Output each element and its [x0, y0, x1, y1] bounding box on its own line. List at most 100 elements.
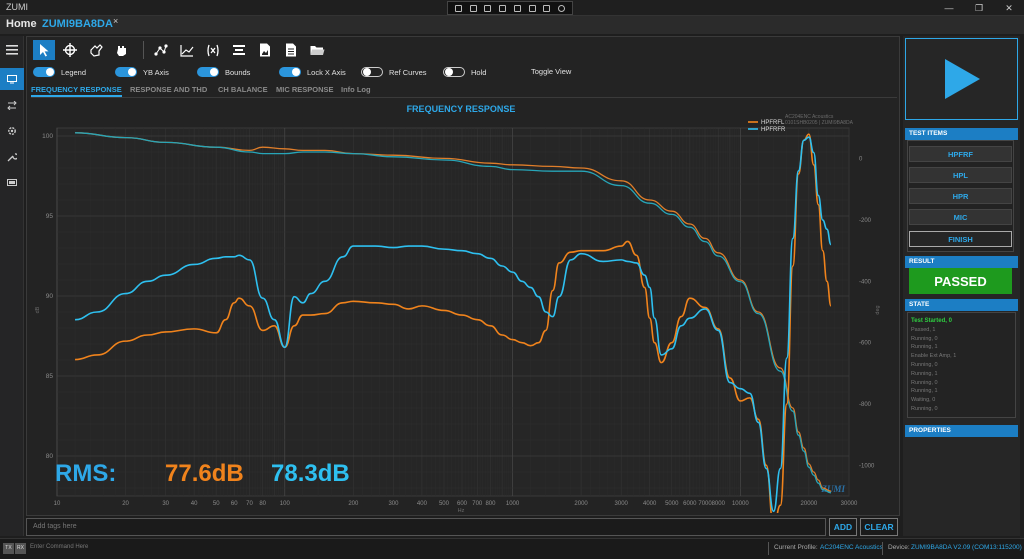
x-tick-label: 6000 [683, 501, 697, 507]
y-tick-label: 85 [46, 373, 54, 380]
open-folder-icon[interactable] [306, 40, 328, 60]
tags-input[interactable]: Add tags here [26, 518, 826, 536]
scatter-icon[interactable] [150, 40, 172, 60]
toggle-view-button[interactable]: Toggle View [531, 67, 571, 76]
x-tick-label: 60 [231, 501, 238, 507]
restore-icon[interactable]: ❐ [964, 0, 994, 16]
test-item-hpl[interactable]: HPL [909, 167, 1012, 183]
chart-toolbar [33, 39, 332, 61]
command-input[interactable]: Enter Command Here [30, 544, 88, 550]
add-button[interactable]: ADD [829, 518, 857, 536]
subtab-response-thd[interactable]: RESPONSE AND THD [130, 85, 207, 94]
tab-device[interactable]: ZUMI9BA8DA [42, 18, 113, 30]
wrench-icon[interactable] [0, 146, 24, 168]
run-test-button[interactable] [905, 38, 1018, 120]
y2-tick-label: 0 [859, 157, 863, 163]
status-separator [882, 542, 883, 555]
pin-icon[interactable] [528, 4, 536, 12]
y-axis-label: dB [35, 306, 41, 313]
x-tick-label: 80 [259, 501, 266, 507]
check-icon[interactable] [558, 4, 566, 12]
x-tick-label: 400 [417, 501, 428, 507]
pan-hand-icon[interactable] [85, 40, 107, 60]
region-icon[interactable] [499, 4, 507, 12]
record-icon[interactable] [469, 4, 477, 12]
frequency-response-chart[interactable]: 10 20 30 40 50 60 70 80 100 200 300 400 500 600 700 800… [31, 100, 897, 513]
display-icon[interactable] [0, 172, 24, 194]
monitor-icon[interactable] [0, 68, 24, 90]
crosshair-icon[interactable] [59, 40, 81, 60]
state-line: Running, 1 [911, 388, 938, 395]
sticker-icon[interactable] [513, 4, 521, 12]
x-tick-label: 30 [162, 501, 169, 507]
ref-curves-toggle[interactable]: Ref Curves [361, 67, 427, 77]
bounds-switch[interactable] [197, 67, 219, 77]
subtab-ch-balance[interactable]: CH BALANCE [218, 85, 268, 94]
finish-button[interactable]: FINISH [909, 231, 1012, 247]
bounds-toggle[interactable]: Bounds [197, 67, 250, 77]
state-line: Running, 0 [911, 335, 938, 342]
hold-toggle[interactable]: Hold [443, 67, 486, 77]
result-badge: PASSED [909, 268, 1012, 294]
yb-axis-switch[interactable] [115, 67, 137, 77]
y2-tick-label: -1000 [859, 463, 875, 469]
y-tick-label: 90 [46, 293, 54, 300]
rms-value-left: 77.6dB [165, 460, 244, 487]
subtab-mic-response[interactable]: MIC RESPONSE [276, 85, 334, 94]
yb-axis-toggle[interactable]: YB Axis [115, 67, 169, 77]
tab-home[interactable]: Home [6, 18, 37, 30]
x-tick-label: 20 [122, 501, 129, 507]
settings-icon[interactable] [543, 4, 551, 12]
lock-x-axis-switch[interactable] [279, 67, 301, 77]
y2-tick-label: -800 [859, 402, 872, 408]
y2-axis-label: deg [875, 305, 881, 314]
window-icon[interactable] [484, 4, 492, 12]
test-panel: TEST ITEMS HPFRF HPL HPR MIC FINISH RESU… [903, 36, 1020, 536]
x-tick-label: 300 [388, 501, 399, 507]
state-line: Waiting, 0 [911, 397, 936, 404]
document-icon[interactable] [280, 40, 302, 60]
legend-toggle[interactable]: Legend [33, 67, 86, 77]
x-tick-label: 10 [54, 501, 61, 507]
test-item-hpfrf[interactable]: HPFRF [909, 146, 1012, 162]
close-window-icon[interactable]: ✕ [994, 0, 1024, 16]
main-panel: Legend YB Axis Bounds Lock X Axis Ref Cu… [26, 36, 900, 516]
subtab-frequency-response[interactable]: FREQUENCY RESPONSE [31, 85, 122, 97]
function-icon[interactable] [202, 40, 224, 60]
export-image-icon[interactable] [254, 40, 276, 60]
legend-switch[interactable] [33, 67, 55, 77]
grab-hand-icon[interactable] [111, 40, 133, 60]
x-tick-label: 50 [213, 501, 220, 507]
gear-icon[interactable] [0, 120, 24, 142]
x-tick-label: 40 [191, 501, 198, 507]
window-controls: — ❐ ✕ [934, 0, 1024, 16]
test-item-hpr[interactable]: HPR [909, 188, 1012, 204]
line-chart-icon[interactable] [176, 40, 198, 60]
hold-label: Hold [471, 67, 487, 77]
route-icon[interactable] [0, 94, 24, 116]
state-line: Running, 0 [911, 405, 938, 412]
subtab-info-log[interactable]: Info Log [341, 85, 371, 94]
status-separator [768, 542, 769, 555]
tab-bar: Home ZUMI9BA8DA × [0, 16, 1024, 34]
minimize-icon[interactable]: — [934, 0, 964, 16]
x-tick-label: 3000 [615, 501, 629, 507]
chart-watermark: 0101SHB0205 | ZUMI9BA8DA [785, 120, 854, 126]
x-tick-label: 2000 [574, 501, 588, 507]
clear-button[interactable]: CLEAR [860, 518, 898, 536]
test-item-mic[interactable]: MIC [909, 209, 1012, 225]
x-tick-label: 20000 [801, 501, 818, 507]
hold-switch[interactable] [443, 67, 465, 77]
yb-axis-label: YB Axis [143, 67, 169, 77]
rms-value-right: 78.3dB [271, 460, 350, 487]
capture-icon[interactable] [454, 4, 462, 12]
align-icon[interactable] [228, 40, 250, 60]
lock-x-axis-toggle[interactable]: Lock X Axis [279, 67, 346, 77]
select-arrow-icon[interactable] [33, 40, 55, 60]
ref-curves-label: Ref Curves [389, 67, 427, 77]
y-tick-label: 95 [46, 213, 54, 220]
ref-curves-switch[interactable] [361, 67, 383, 77]
properties-header[interactable]: PROPERTIES [905, 425, 1018, 437]
tab-close-icon[interactable]: × [113, 16, 118, 26]
menu-icon[interactable] [0, 39, 24, 61]
